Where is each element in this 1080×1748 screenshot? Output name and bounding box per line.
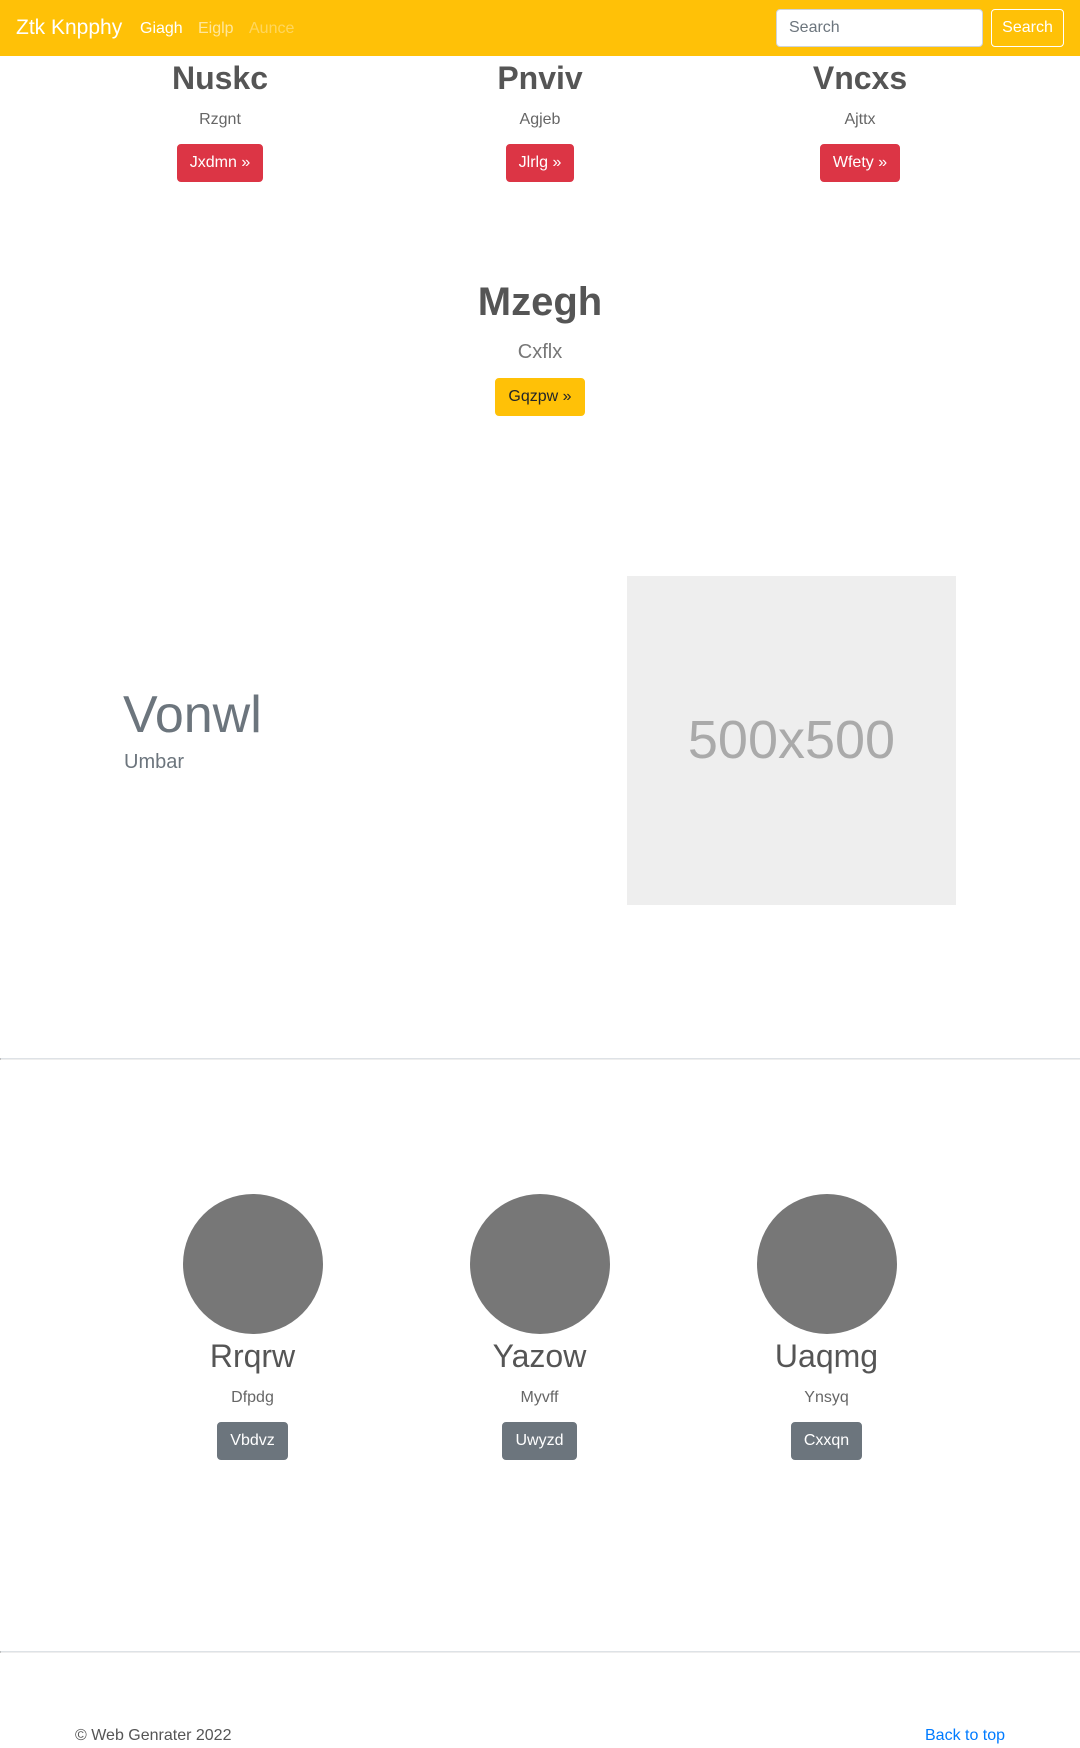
feature-column: Vncxs Ajttx Wfety »: [700, 56, 1020, 182]
member-button[interactable]: Uwyzd: [502, 1422, 577, 1460]
search-input[interactable]: [776, 9, 983, 47]
featurette-heading: Vonwl: [123, 686, 262, 744]
team-member: Yazow Myvff Uwyzd: [396, 1194, 683, 1460]
hero-subtitle: Cxflx: [517, 341, 563, 363]
hero-button[interactable]: Gqzpw »: [495, 378, 585, 416]
featurette-lead: Umbar: [124, 751, 185, 773]
member-role: Ynsyq: [804, 1389, 849, 1406]
feature-title: Pnviv: [497, 60, 583, 96]
member-button[interactable]: Cxxqn: [790, 1422, 863, 1460]
navbar-brand[interactable]: Ztk Knpphy: [16, 15, 122, 41]
feature-button[interactable]: Jxdmn »: [176, 144, 264, 182]
avatar: [182, 1194, 323, 1334]
feature-column: Nuskc Rzgnt Jxdmn »: [60, 56, 380, 182]
feature-button[interactable]: Jlrlg »: [505, 144, 575, 182]
feature-text: Agjeb: [519, 111, 561, 128]
feature-title: Vncxs: [812, 60, 908, 96]
team-member: Rrqrw Dfpdg Vbdvz: [109, 1194, 396, 1460]
image-size-label: 500x500: [687, 710, 896, 770]
search-button[interactable]: Search: [991, 9, 1064, 47]
member-name: Uaqmg: [774, 1338, 879, 1374]
nav-link-1[interactable]: Eiglp: [198, 19, 234, 39]
nav-link-0[interactable]: Giagh: [140, 19, 183, 39]
section-divider: [0, 1058, 1080, 1060]
member-role: Myvff: [520, 1389, 559, 1406]
avatar: [756, 1194, 897, 1334]
copyright-text: © Web Genrater 2022: [75, 1727, 232, 1744]
feature-text: Rzgnt: [199, 111, 241, 128]
hero-title: Mzegh: [477, 280, 603, 324]
feature-button[interactable]: Wfety »: [819, 144, 901, 182]
featurette-image: 500x500: [627, 576, 956, 905]
footer-divider: [0, 1651, 1080, 1653]
team-member: Uaqmg Ynsyq Cxxqn: [683, 1194, 970, 1460]
feature-title: Nuskc: [171, 60, 269, 96]
hero-section: Mzegh Cxflx Gqzpw »: [0, 278, 1080, 416]
nav-link-2[interactable]: Aunce: [249, 19, 294, 39]
feature-text: Ajttx: [844, 111, 876, 128]
member-name: Yazow: [492, 1338, 587, 1374]
feature-column: Pnviv Agjeb Jlrlg »: [380, 56, 700, 182]
member-name: Rrqrw: [209, 1338, 296, 1374]
back-to-top-link[interactable]: Back to top: [925, 1726, 1005, 1746]
navbar: Ztk Knpphy Giagh Eiglp Aunce Search: [0, 0, 1080, 56]
avatar: [469, 1194, 610, 1334]
member-button[interactable]: Vbdvz: [217, 1422, 288, 1460]
member-role: Dfpdg: [231, 1389, 274, 1406]
